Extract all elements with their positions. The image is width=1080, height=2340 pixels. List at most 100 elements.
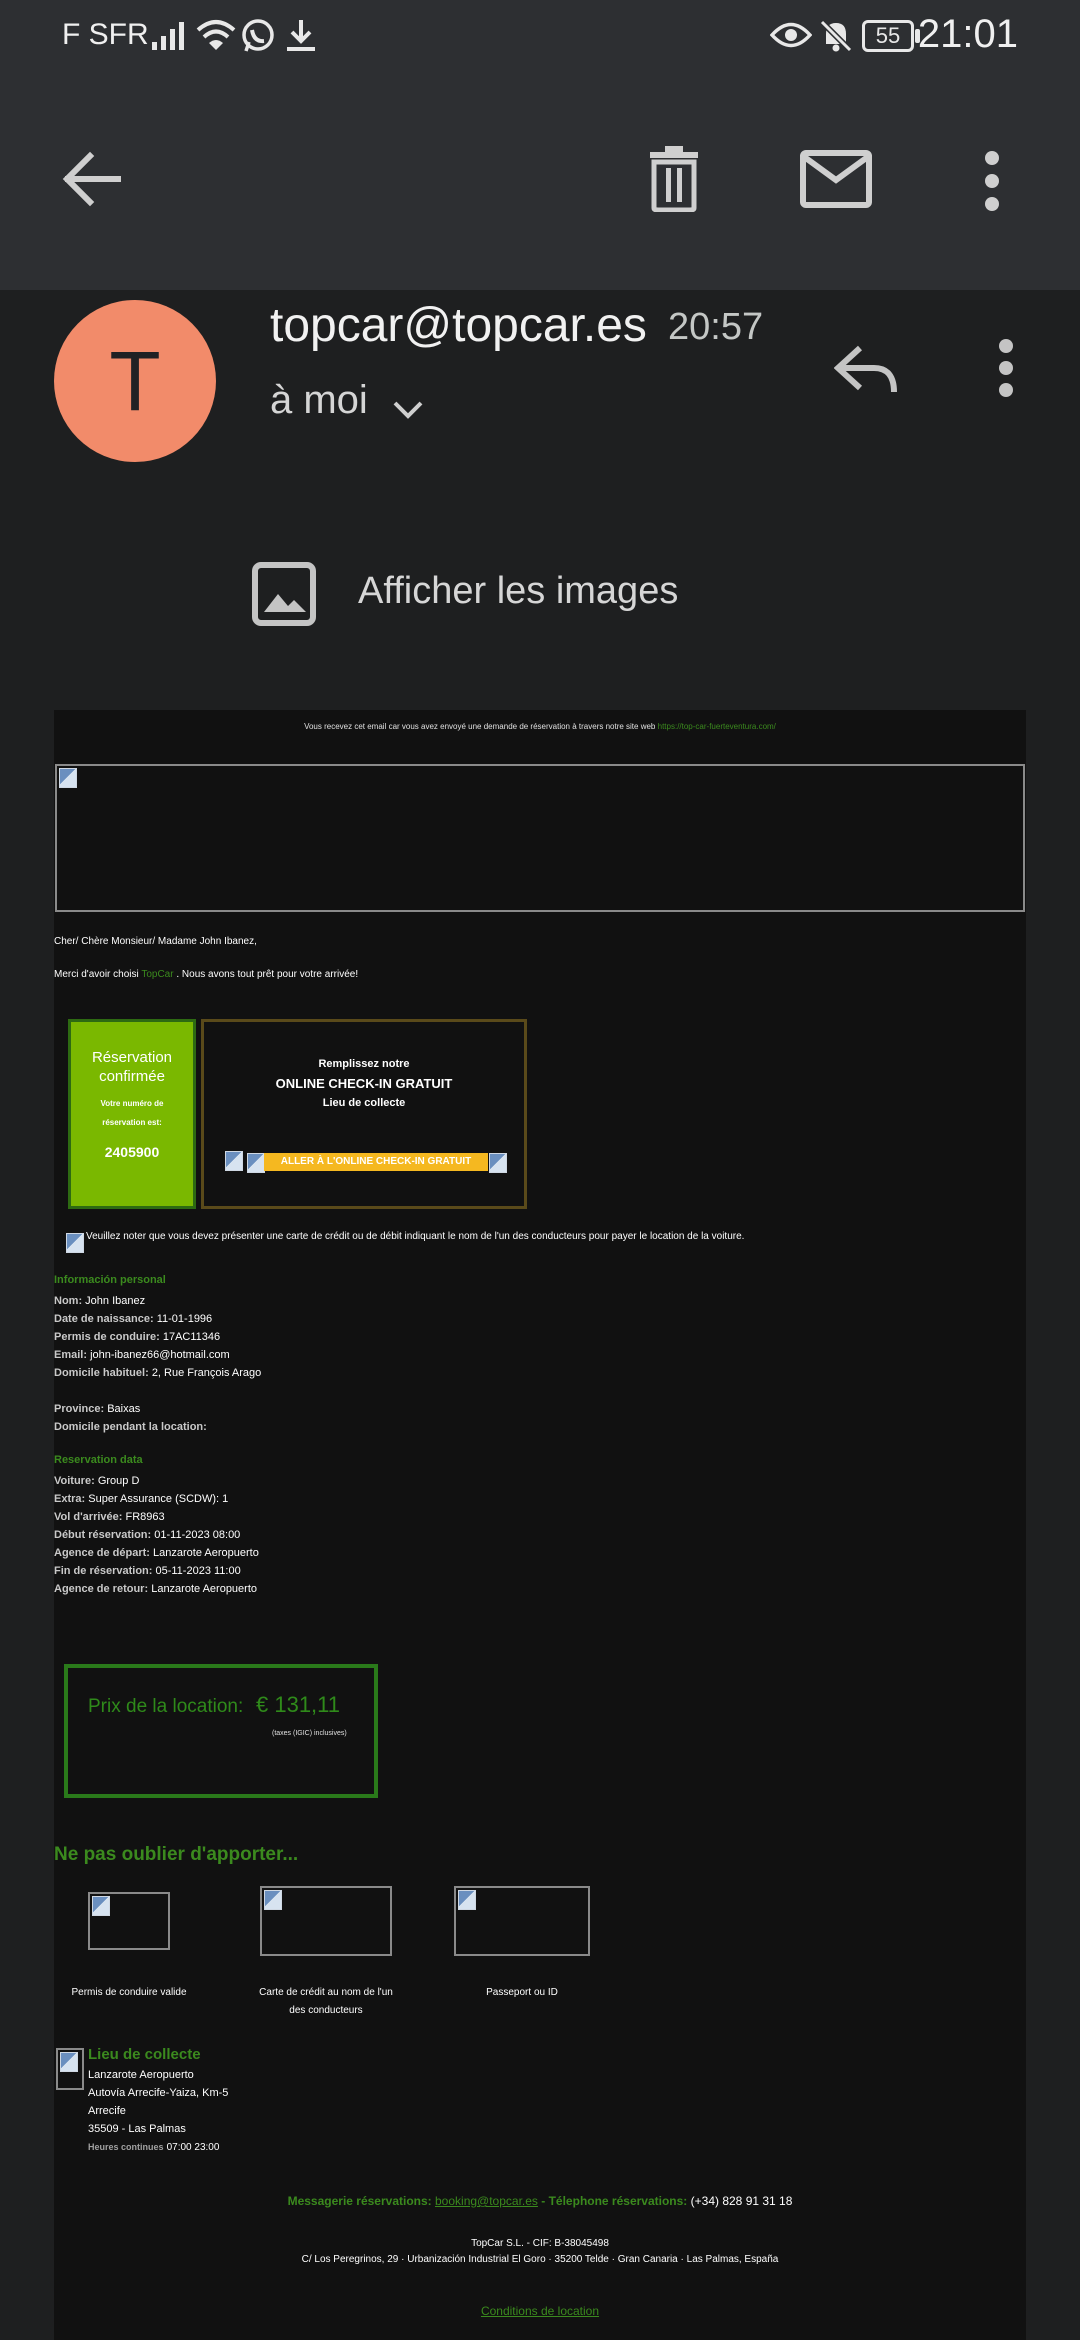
info-row: Voiture: Group D [54,1475,140,1487]
message-time: 20:57 [668,306,764,348]
checkin-line3: Lieu de collecte [322,1097,406,1109]
show-images-button[interactable]: Afficher les images [358,570,678,613]
reservation-data-title: Reservation data [54,1454,143,1466]
recipient-label[interactable]: à moi [270,378,368,423]
info-row: Date de naissance: 11-01-1996 [54,1313,213,1325]
footer-company: TopCar S.L. - CIF: B-38045498 [471,2238,609,2249]
broken-image-icon [247,1153,265,1173]
message-more-icon[interactable] [996,338,1016,398]
price-label: Prix de la location: [88,1696,244,1717]
bring-item-card: Carte de crédit au nom de l'un des condu… [259,1987,393,2016]
footer-address: C/ Los Peregrinos, 29 · Urbanización Ind… [301,2254,779,2265]
download-icon [287,20,315,51]
reservation-data-list: Voiture: Group D Extra: Super Assurance … [54,1472,259,1598]
checkin-line1: Remplissez notre [318,1058,410,1070]
clock: 21:01 [917,12,1018,56]
email-body: Vous recevez cet email car vous avez env… [54,710,1026,2340]
checkin-box: Remplissez notre ONLINE CHECK-IN GRATUIT… [201,1019,527,1209]
greeting: Cher/ Chère Monsieur/ Madame John Ibanez… [54,936,257,947]
delete-icon[interactable] [646,146,702,212]
reply-icon[interactable] [834,344,898,394]
broken-image-icon [66,1233,84,1253]
info-row: Email: john-ibanez66@hotmail.com [54,1349,230,1361]
thanks-suffix: . Nous avons tout prêt pour votre arrivé… [176,969,359,980]
broken-image-icon [60,2052,78,2072]
broken-image-icon [92,1896,110,1916]
broken-image-icon [225,1151,243,1171]
passport-image-placeholder [454,1886,590,1956]
mark-unread-icon[interactable] [800,150,872,208]
pickup-address: Lanzarote Aeropuerto Autovía Arrecife-Ya… [88,2066,228,2157]
hours-label: Heures continues [88,2142,164,2152]
booking-email-link[interactable]: booking@topcar.es [435,2194,538,2208]
back-arrow-icon[interactable] [60,148,122,210]
battery-icon: 55 [862,20,914,52]
card-notice: Veuillez noter que vous devez présenter … [86,1231,745,1242]
confirmation-subtitle: Votre numéro de réservation est: [100,1099,164,1127]
avatar[interactable]: T [54,300,216,462]
pickup-title: Lieu de collecte [88,2046,201,2063]
intro-text: Vous recevez cet email car vous avez env… [304,722,656,731]
info-row: Agence de départ: Lanzarote Aeropuerto [54,1547,259,1559]
bring-title: Ne pas oublier d'apporter... [54,1844,299,1865]
intro-notice: Vous recevez cet email car vous avez env… [54,722,1026,731]
info-row: Vol d'arrivée: FR8963 [54,1511,165,1523]
thanks-line: Merci d'avoir choisi TopCar . Nous avons… [54,969,358,980]
reservation-number: 2405900 [104,1144,160,1160]
info-row: Extra: Super Assurance (SCDW): 1 [54,1493,229,1505]
pickup-line: 35509 - Las Palmas [88,2123,186,2135]
pickup-line: Arrecife [88,2105,126,2117]
info-row: Domicile pendant la location: [54,1421,207,1433]
signal-icon [152,22,184,50]
license-image-placeholder [88,1892,170,1950]
broken-image-icon [59,768,77,788]
broken-image-icon [489,1153,507,1173]
topcar-link[interactable]: TopCar [141,969,173,980]
mail-label: Messagerie réservations: [287,2194,432,2208]
sender-address[interactable]: topcar@topcar.es [270,298,647,353]
intro-link[interactable]: https://top-car-fuerteventura.com/ [658,722,776,731]
info-row: Début réservation: 01-11-2023 08:00 [54,1529,241,1541]
header-image-placeholder [55,764,1025,912]
phone-number[interactable]: (+34) 828 91 31 18 [691,2194,793,2208]
eye-icon [770,22,812,48]
conditions-link[interactable]: Conditions de location [54,2304,1026,2318]
card-image-placeholder [260,1886,392,1956]
image-icon[interactable] [252,562,316,626]
pickup-line: Autovía Arrecife-Yaiza, Km-5 [88,2087,229,2099]
thanks-prefix: Merci d'avoir choisi [54,969,139,980]
info-row: Permis de conduire: 17AC11346 [54,1331,221,1343]
notifications-off-icon [819,19,853,53]
price-amount: € 131,11 [256,1692,341,1717]
online-checkin-button[interactable]: ALLER À L'ONLINE CHECK-IN GRATUIT [264,1153,488,1171]
pickup-image-placeholder [56,2048,84,2090]
info-row: Fin de réservation: 05-11-2023 11:00 [54,1565,241,1577]
broken-image-icon [264,1890,282,1910]
app-bar [0,78,1080,290]
broken-image-icon [458,1890,476,1910]
pickup-line: Lanzarote Aeropuerto [88,2069,194,2081]
whatsapp-icon [242,19,274,52]
phone-label: - Télephone réservations: [541,2194,688,2208]
checkin-line2: ONLINE CHECK-IN GRATUIT [275,1076,453,1091]
info-row: Agence de retour: Lanzarote Aeropuerto [54,1583,258,1595]
price-note: (taxes (IGIC) inclusives) [272,1730,347,1737]
info-row: Province: Baixas [54,1403,141,1415]
footer-contact: Messagerie réservations: booking@topcar.… [54,2194,1026,2208]
info-row: Nom: John Ibanez [54,1295,146,1307]
wifi-icon [196,20,236,50]
bring-item-license: Permis de conduire valide [71,1987,187,1998]
carrier-label: F SFR [62,18,149,51]
info-row: Domicile habituel: 2, Rue François Arago [54,1367,262,1379]
battery-level: 55 [875,23,901,48]
more-vert-icon[interactable] [982,150,1002,212]
chevron-down-icon[interactable] [392,400,424,420]
personal-info-list: Nom: John Ibanez Date de naissance: 11-0… [54,1292,261,1436]
confirmation-title: Réservation confirmée [91,1049,173,1085]
status-bar: F SFR 55 21:01 [0,0,1080,78]
hours-value: 07:00 23:00 [166,2142,220,2153]
personal-info-title: Información personal [54,1274,166,1286]
price-box: Prix de la location: € 131,11 (taxes (IG… [64,1664,378,1798]
bring-item-passport: Passeport ou ID [486,1987,558,1998]
confirmation-box: Réservation confirmée Votre numéro de ré… [68,1019,196,1209]
